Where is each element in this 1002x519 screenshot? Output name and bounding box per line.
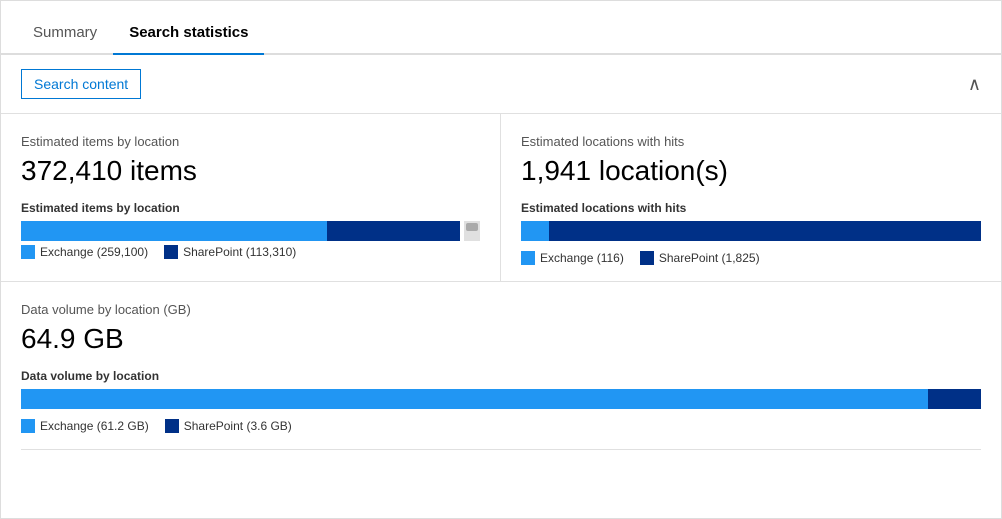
- scrollbar-thumb[interactable]: [466, 223, 478, 231]
- estimated-items-exchange-bar: [21, 221, 327, 241]
- data-volume-legend: Exchange (61.2 GB) SharePoint (3.6 GB): [21, 419, 981, 433]
- stats-grid-top: Estimated items by location 372,410 item…: [1, 114, 1001, 282]
- estimated-items-bar-label: Estimated items by location: [21, 201, 480, 215]
- estimated-locations-legend: Exchange (116) SharePoint (1,825): [521, 251, 981, 265]
- estimated-locations-label: Estimated locations with hits: [521, 134, 981, 149]
- main-container: Summary Search statistics Search content…: [0, 0, 1002, 519]
- legend-label-sharepoint: SharePoint (113,310): [183, 245, 296, 259]
- legend-item-sharepoint-loc: SharePoint (1,825): [640, 251, 760, 265]
- data-volume-section: Data volume by location (GB) 64.9 GB Dat…: [1, 282, 1001, 449]
- estimated-locations-exchange-bar: [521, 221, 549, 241]
- data-volume-label: Data volume by location (GB): [21, 302, 981, 317]
- estimated-items-legend: Exchange (259,100) SharePoint (113,310): [21, 245, 480, 259]
- collapse-icon[interactable]: ∧: [968, 74, 981, 95]
- tab-bar: Summary Search statistics: [1, 1, 1001, 55]
- estimated-items-panel: Estimated items by location 372,410 item…: [1, 114, 501, 281]
- estimated-items-label: Estimated items by location: [21, 134, 480, 149]
- legend-item-sharepoint-vol: SharePoint (3.6 GB): [165, 419, 292, 433]
- estimated-locations-panel: Estimated locations with hits 1,941 loca…: [501, 114, 1001, 281]
- vertical-scrollbar[interactable]: [464, 221, 480, 241]
- data-volume-sharepoint-bar: [928, 389, 981, 409]
- data-volume-bar-label: Data volume by location: [21, 369, 981, 383]
- tab-summary[interactable]: Summary: [17, 12, 113, 55]
- estimated-locations-bar-container: [521, 221, 981, 241]
- legend-label-exchange-loc: Exchange (116): [540, 251, 624, 265]
- estimated-locations-value: 1,941 location(s): [521, 155, 981, 187]
- estimated-items-bar-container: [21, 221, 480, 241]
- section-header: Search content ∧: [1, 55, 1001, 114]
- legend-label-sharepoint-loc: SharePoint (1,825): [659, 251, 760, 265]
- search-content-button[interactable]: Search content: [21, 69, 141, 99]
- data-volume-bar-container: [21, 389, 981, 409]
- legend-dot-exchange-vol: [21, 419, 35, 433]
- legend-label-exchange: Exchange (259,100): [40, 245, 148, 259]
- legend-item-exchange-vol: Exchange (61.2 GB): [21, 419, 149, 433]
- legend-item-exchange: Exchange (259,100): [21, 245, 148, 259]
- legend-dot-sharepoint: [164, 245, 178, 259]
- estimated-locations-bar-label: Estimated locations with hits: [521, 201, 981, 215]
- data-volume-exchange-bar: [21, 389, 928, 409]
- legend-dot-sharepoint-vol: [165, 419, 179, 433]
- legend-dot-exchange-loc: [521, 251, 535, 265]
- estimated-items-sharepoint-bar: [327, 221, 460, 241]
- legend-dot-sharepoint-loc: [640, 251, 654, 265]
- legend-item-exchange-loc: Exchange (116): [521, 251, 624, 265]
- legend-dot-exchange: [21, 245, 35, 259]
- legend-label-sharepoint-vol: SharePoint (3.6 GB): [184, 419, 292, 433]
- tab-search-statistics[interactable]: Search statistics: [113, 12, 264, 55]
- estimated-items-bar: [21, 221, 460, 241]
- estimated-locations-sharepoint-bar: [549, 221, 981, 241]
- data-volume-value: 64.9 GB: [21, 323, 981, 355]
- estimated-items-value: 372,410 items: [21, 155, 480, 187]
- bottom-divider: [21, 449, 981, 450]
- legend-label-exchange-vol: Exchange (61.2 GB): [40, 419, 149, 433]
- legend-item-sharepoint: SharePoint (113,310): [164, 245, 296, 259]
